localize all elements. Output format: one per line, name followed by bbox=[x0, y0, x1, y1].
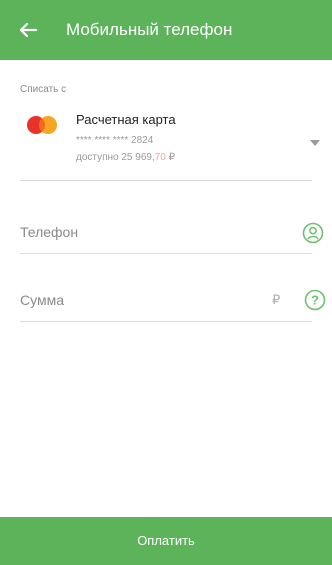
app-bar: Мобильный телефон bbox=[0, 0, 332, 60]
phone-field[interactable]: Телефон bbox=[20, 214, 328, 254]
amount-field[interactable]: Сумма ₽ ? bbox=[20, 282, 328, 322]
phone-divider bbox=[20, 253, 312, 254]
phone-placeholder: Телефон bbox=[20, 224, 79, 240]
card-number: **** **** **** 2824 bbox=[76, 135, 154, 146]
card-selector[interactable]: Расчетная карта **** **** **** 2824 дост… bbox=[20, 102, 328, 180]
mastercard-icon bbox=[27, 116, 57, 134]
balance-amount: доступно 25 969, bbox=[76, 152, 155, 163]
contact-icon[interactable] bbox=[302, 222, 324, 244]
balance-cents: 70 bbox=[154, 152, 166, 163]
pay-button[interactable]: Оплатить bbox=[0, 517, 332, 565]
back-button[interactable] bbox=[14, 16, 42, 44]
card-name: Расчетная карта bbox=[76, 112, 176, 127]
amount-divider bbox=[20, 321, 312, 322]
arrow-back-icon bbox=[19, 22, 38, 38]
chevron-down-icon bbox=[310, 140, 320, 146]
debit-from-label: Списать с bbox=[20, 84, 67, 95]
amount-placeholder: Сумма bbox=[20, 292, 64, 308]
svg-text:?: ? bbox=[311, 293, 319, 308]
card-divider bbox=[20, 180, 312, 181]
page-title: Мобильный телефон bbox=[66, 20, 233, 39]
help-icon[interactable]: ? bbox=[304, 289, 326, 311]
balance-currency: ₽ bbox=[165, 152, 175, 163]
currency-symbol: ₽ bbox=[272, 292, 281, 307]
card-balance: доступно 25 969,70 ₽ bbox=[76, 152, 175, 163]
